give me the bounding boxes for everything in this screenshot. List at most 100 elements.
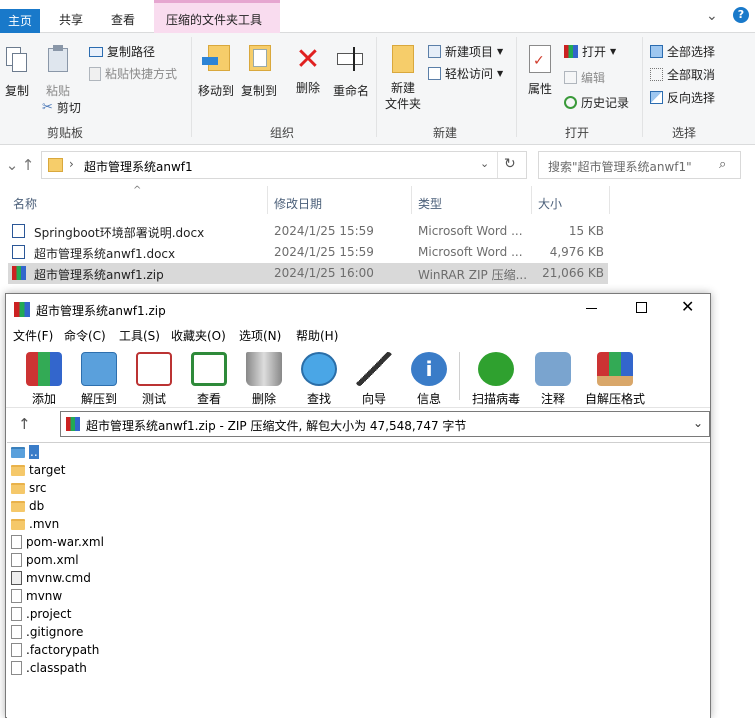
add-button[interactable]: 添加 bbox=[17, 352, 71, 407]
maximize-icon[interactable] bbox=[636, 302, 647, 313]
paste-button[interactable]: 粘贴 bbox=[43, 45, 73, 99]
info-button[interactable]: i 信息 bbox=[402, 352, 456, 407]
column-divider[interactable] bbox=[411, 186, 412, 214]
open-label: 打开 bbox=[582, 45, 607, 59]
move-to-button[interactable]: 移动到 bbox=[196, 45, 236, 99]
select-none-button[interactable]: 全部取消 bbox=[650, 66, 715, 83]
tab-view[interactable]: 查看 bbox=[111, 11, 135, 28]
address-dropdown-icon[interactable]: ⌄ bbox=[480, 157, 489, 170]
copy-button[interactable]: 复制 bbox=[2, 47, 32, 99]
paste-shortcut-button[interactable]: 粘贴快捷方式 bbox=[89, 65, 177, 82]
address-bar[interactable]: › 超市管理系统anwf1 ⌄ ↻ bbox=[41, 151, 527, 179]
up-arrow-icon[interactable]: ↑ bbox=[18, 415, 31, 433]
search-box[interactable]: 搜索"超市管理系统anwf1" ⌕ bbox=[538, 151, 741, 179]
comment-button[interactable]: 注释 bbox=[526, 352, 580, 407]
list-item[interactable]: mvnw.cmd bbox=[11, 569, 91, 587]
file-row[interactable]: 超市管理系统anwf1.docx 2024/1/25 15:59 Microso… bbox=[8, 242, 608, 263]
menu-tools[interactable]: 工具(S) bbox=[119, 327, 160, 344]
list-item[interactable]: .classpath bbox=[11, 659, 87, 677]
entry-name: .. bbox=[29, 445, 39, 459]
tab-home[interactable]: 主页 bbox=[0, 9, 40, 33]
help-icon[interactable]: ? bbox=[733, 7, 749, 23]
file-row[interactable]: Springboot环境部署说明.docx 2024/1/25 15:59 Mi… bbox=[8, 221, 608, 242]
copy-path-button[interactable]: 复制路径 bbox=[89, 43, 155, 60]
minimize-ribbon-icon[interactable]: ⌄ bbox=[706, 8, 718, 24]
tab-share[interactable]: 共享 bbox=[59, 11, 83, 28]
delete-button[interactable]: ✕ 删除 bbox=[292, 45, 324, 96]
invert-selection-icon bbox=[650, 91, 663, 104]
rename-label: 重命名 bbox=[332, 84, 369, 98]
menu-file[interactable]: 文件(F) bbox=[13, 327, 53, 344]
list-item[interactable]: pom-war.xml bbox=[11, 533, 104, 551]
column-header-size[interactable]: 大小 bbox=[538, 195, 562, 212]
list-item[interactable]: pom.xml bbox=[11, 551, 79, 569]
info-icon: i bbox=[411, 352, 447, 386]
column-divider[interactable] bbox=[267, 186, 268, 214]
cut-label: 剪切 bbox=[56, 101, 81, 115]
history-button[interactable]: 历史记录 bbox=[564, 94, 629, 111]
close-icon[interactable]: ✕ bbox=[681, 297, 694, 316]
path-dropdown-icon[interactable]: ⌄ bbox=[693, 416, 703, 430]
list-item[interactable]: db bbox=[11, 497, 44, 515]
copy-to-button[interactable]: 复制到 bbox=[238, 45, 280, 99]
menu-options[interactable]: 选项(N) bbox=[239, 327, 281, 344]
file-row-selected[interactable]: 超市管理系统anwf1.zip 2024/1/25 16:00 WinRAR Z… bbox=[8, 263, 608, 284]
sfx-button[interactable]: 自解压格式 bbox=[582, 352, 648, 407]
list-item[interactable]: .factorypath bbox=[11, 641, 99, 659]
test-button[interactable]: 测试 bbox=[127, 352, 181, 407]
list-item[interactable]: .project bbox=[11, 605, 71, 623]
list-item[interactable]: mvnw bbox=[11, 587, 62, 605]
ribbon: 复制 粘贴 复制路径 粘贴快捷方式 ✂剪切 剪贴板 移动到 复制到 ✕ 删除 bbox=[0, 33, 755, 145]
search-input[interactable]: 搜索"超市管理系统anwf1" bbox=[548, 158, 692, 175]
new-item-button[interactable]: 新建项目 ▼ bbox=[428, 43, 503, 60]
rename-icon bbox=[337, 45, 365, 75]
archive-path-field[interactable]: 超市管理系统anwf1.zip - ZIP 压缩文件, 解包大小为 47,548… bbox=[60, 411, 710, 437]
find-button[interactable]: 查找 bbox=[292, 352, 346, 407]
file-name: Springboot环境部署说明.docx bbox=[34, 226, 205, 240]
minimize-icon[interactable] bbox=[586, 308, 597, 309]
open-button[interactable]: 打开 ▼ bbox=[564, 43, 616, 60]
extract-folder-icon bbox=[81, 352, 117, 386]
cmd-file-icon bbox=[11, 571, 22, 585]
list-item[interactable]: .gitignore bbox=[11, 623, 83, 641]
rename-button[interactable]: 重命名 bbox=[330, 45, 372, 99]
tab-compressed-folder-tools[interactable]: 压缩的文件夹工具 bbox=[166, 11, 262, 28]
invert-selection-button[interactable]: 反向选择 bbox=[650, 89, 715, 106]
file-type: WinRAR ZIP 压缩... bbox=[418, 268, 528, 282]
trash-can-icon bbox=[246, 352, 282, 386]
easy-access-button[interactable]: 轻松访问 ▼ bbox=[428, 65, 503, 82]
virus-scan-button[interactable]: 扫描病毒 bbox=[466, 352, 526, 407]
select-all-button[interactable]: 全部选择 bbox=[650, 43, 715, 60]
list-item[interactable]: .mvn bbox=[11, 515, 59, 533]
menu-favorites[interactable]: 收藏夹(O) bbox=[171, 327, 226, 344]
column-divider[interactable] bbox=[531, 186, 532, 214]
sort-ascending-icon: ^ bbox=[133, 185, 142, 196]
search-icon[interactable]: ⌕ bbox=[719, 157, 726, 172]
comment-label: 注释 bbox=[540, 392, 565, 406]
column-header-name[interactable]: 名称 bbox=[13, 195, 37, 212]
menu-commands[interactable]: 命令(C) bbox=[64, 327, 106, 344]
view-button[interactable]: 查看 bbox=[182, 352, 236, 407]
list-item-parent[interactable]: .. bbox=[11, 443, 39, 461]
menu-help[interactable]: 帮助(H) bbox=[296, 327, 338, 344]
delete-archive-button[interactable]: 删除 bbox=[237, 352, 291, 407]
extract-to-button[interactable]: 解压到 bbox=[72, 352, 126, 407]
winrar-title-bar[interactable]: 超市管理系统anwf1.zip ✕ bbox=[6, 294, 710, 324]
info-label: 信息 bbox=[416, 392, 441, 406]
list-item[interactable]: src bbox=[11, 479, 47, 497]
list-item[interactable]: target bbox=[11, 461, 66, 479]
up-arrow-icon[interactable]: ↑ bbox=[19, 156, 37, 174]
comment-icon bbox=[535, 352, 571, 386]
new-folder-button[interactable]: 新建 文件夹 bbox=[382, 45, 424, 112]
properties-button[interactable]: ✓ 属性 bbox=[522, 45, 558, 97]
refresh-icon[interactable]: ↻ bbox=[504, 156, 516, 172]
edit-button[interactable]: 编辑 bbox=[564, 69, 605, 86]
breadcrumb-chevron-icon[interactable]: › bbox=[69, 157, 74, 171]
column-divider[interactable] bbox=[609, 186, 610, 214]
breadcrumb-current[interactable]: 超市管理系统anwf1 bbox=[84, 158, 193, 175]
select-none-icon bbox=[650, 68, 663, 81]
wizard-button[interactable]: 向导 bbox=[347, 352, 401, 407]
cut-button[interactable]: ✂ 剪切 bbox=[42, 99, 81, 116]
column-header-date[interactable]: 修改日期 bbox=[274, 195, 322, 212]
column-header-type[interactable]: 类型 bbox=[418, 195, 442, 212]
